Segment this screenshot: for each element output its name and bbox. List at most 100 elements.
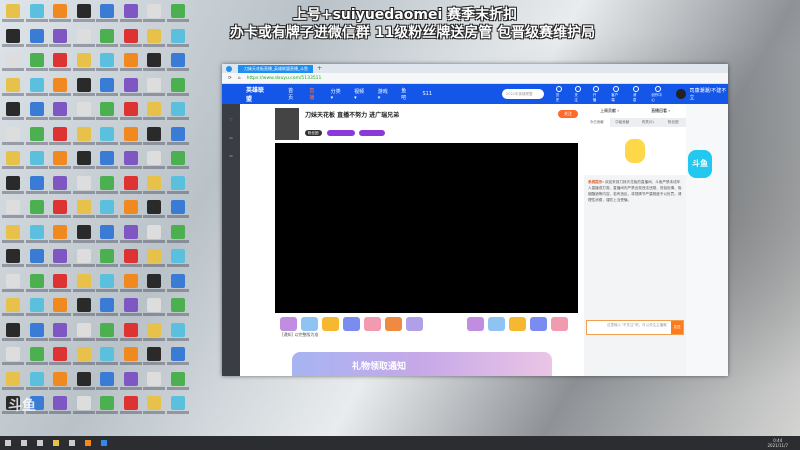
start-live-button[interactable]: 开播 xyxy=(593,85,599,103)
desktop-icon[interactable] xyxy=(6,77,20,92)
refresh-icon[interactable]: ⟳ xyxy=(228,76,232,81)
desktop-icon[interactable] xyxy=(100,102,114,116)
gift-item[interactable] xyxy=(406,317,423,331)
desktop-icon[interactable] xyxy=(53,151,67,165)
video-player[interactable] xyxy=(275,143,578,313)
desktop-icon[interactable] xyxy=(76,126,91,141)
clock[interactable]: 0:44 2021/11/7 xyxy=(767,438,788,448)
desktop-icon[interactable] xyxy=(100,175,114,190)
desktop-icon[interactable] xyxy=(123,224,138,239)
desktop-icon[interactable] xyxy=(6,249,20,263)
desktop-icon[interactable] xyxy=(53,200,67,214)
desktop-icon[interactable] xyxy=(53,322,67,337)
desktop-icon[interactable] xyxy=(29,77,44,92)
client-button[interactable]: 客户端 xyxy=(611,85,621,103)
desktop-icon[interactable] xyxy=(147,371,161,386)
desktop-icon[interactable] xyxy=(76,200,91,214)
desktop-icon[interactable] xyxy=(29,102,44,116)
gift-item[interactable] xyxy=(322,317,339,331)
desktop-icon[interactable] xyxy=(53,273,67,288)
desktop-icon[interactable] xyxy=(147,102,161,116)
desktop-icon[interactable] xyxy=(147,126,161,141)
tab-mid[interactable]: 中级贡献 xyxy=(610,118,636,127)
follow-button[interactable]: 关注 xyxy=(558,110,578,118)
desktop-icon[interactable] xyxy=(123,102,138,116)
desktop-icon[interactable] xyxy=(6,151,20,165)
desktop-icon[interactable] xyxy=(100,347,114,361)
desktop-icon[interactable] xyxy=(76,298,91,312)
gift-item[interactable] xyxy=(364,317,381,331)
desktop-icon[interactable] xyxy=(170,396,185,410)
desktop-icon[interactable] xyxy=(123,347,138,361)
gift-notice-banner[interactable]: 礼物领取通知 xyxy=(292,352,552,376)
desktop-icon[interactable] xyxy=(170,298,185,312)
desktop-icon[interactable] xyxy=(170,224,185,239)
desktop-icon[interactable] xyxy=(100,200,114,214)
douyu-mascot-float[interactable]: 斗鱼 xyxy=(688,150,712,178)
desktop-icon[interactable] xyxy=(147,396,161,410)
desktop-icon[interactable] xyxy=(147,273,161,288)
tab-vip[interactable]: 贵宾(0) xyxy=(635,118,661,127)
desktop-icon[interactable] xyxy=(6,175,20,190)
nav-s11[interactable]: S11 xyxy=(423,91,433,97)
desktop-icon[interactable] xyxy=(6,347,20,361)
desktop-icon[interactable] xyxy=(76,322,91,337)
gift-item[interactable] xyxy=(530,317,547,331)
tab-weekly-rank[interactable]: 上周贡献 › xyxy=(600,108,619,114)
desktop-icon[interactable] xyxy=(53,77,67,92)
task-view-icon[interactable] xyxy=(37,440,43,446)
gift-item[interactable] xyxy=(343,317,360,331)
desktop-icon[interactable] xyxy=(170,77,185,92)
start-icon[interactable] xyxy=(5,440,11,446)
desktop-icon[interactable] xyxy=(123,175,138,190)
desktop-icon[interactable] xyxy=(76,77,91,92)
desktop-icon[interactable] xyxy=(100,298,114,312)
gift-item[interactable] xyxy=(509,317,526,331)
desktop-icon[interactable] xyxy=(100,126,114,141)
fan-badge[interactable]: 粉丝团 xyxy=(305,130,322,136)
search-input[interactable]: 2021年英雄联盟 xyxy=(502,89,544,99)
desktop-icon[interactable] xyxy=(29,224,44,239)
desktop-icon[interactable] xyxy=(6,126,20,141)
desktop-icon[interactable] xyxy=(76,396,91,410)
desktop-icon[interactable] xyxy=(123,298,138,312)
desktop-icon[interactable] xyxy=(29,273,44,288)
desktop-icon[interactable] xyxy=(29,371,44,386)
follow-list-button[interactable]: 关注 xyxy=(574,85,581,103)
desktop-icon[interactable] xyxy=(6,102,20,116)
nav-category[interactable]: 分类▾ xyxy=(331,88,343,101)
desktop-icon[interactable] xyxy=(100,77,114,92)
desktop-icon[interactable] xyxy=(6,371,20,386)
sidebar-item[interactable]: ▭ xyxy=(222,136,240,140)
desktop-icon[interactable] xyxy=(76,151,91,165)
desktop-icon[interactable] xyxy=(100,322,114,337)
desktop-icon[interactable] xyxy=(170,322,185,337)
desktop-icon[interactable] xyxy=(76,175,91,190)
new-tab-icon[interactable]: + xyxy=(317,65,322,72)
desktop-icon[interactable] xyxy=(53,371,67,386)
desktop-icon[interactable] xyxy=(123,396,138,410)
desktop-icon[interactable] xyxy=(53,53,67,67)
nav-yuba[interactable]: 鱼吧 xyxy=(401,87,410,101)
desktop-icon[interactable] xyxy=(53,102,67,116)
desktop-icon[interactable] xyxy=(29,126,44,141)
desktop-icon[interactable] xyxy=(147,53,161,67)
url-input[interactable]: https://www.douyu.com/5133511 xyxy=(247,76,322,81)
gift-item[interactable] xyxy=(280,317,297,331)
nav-video[interactable]: 视频▾ xyxy=(354,88,366,101)
desktop-icon[interactable] xyxy=(170,102,185,116)
desktop-icon[interactable] xyxy=(147,175,161,190)
desktop-icon[interactable] xyxy=(100,396,114,410)
desktop-icon[interactable] xyxy=(123,151,138,165)
desktop-icon[interactable] xyxy=(123,126,138,141)
send-button[interactable]: 发送 xyxy=(671,321,683,334)
desktop-icon[interactable] xyxy=(170,53,185,67)
desktop-icon[interactable] xyxy=(6,298,20,312)
desktop-icon[interactable] xyxy=(147,298,161,312)
desktop-icon[interactable] xyxy=(6,322,20,337)
desktop-icon[interactable] xyxy=(76,273,91,288)
desktop-icon[interactable] xyxy=(100,249,114,263)
desktop-icon[interactable] xyxy=(53,347,67,361)
desktop-icon[interactable] xyxy=(53,396,67,410)
desktop-icon[interactable] xyxy=(100,371,114,386)
